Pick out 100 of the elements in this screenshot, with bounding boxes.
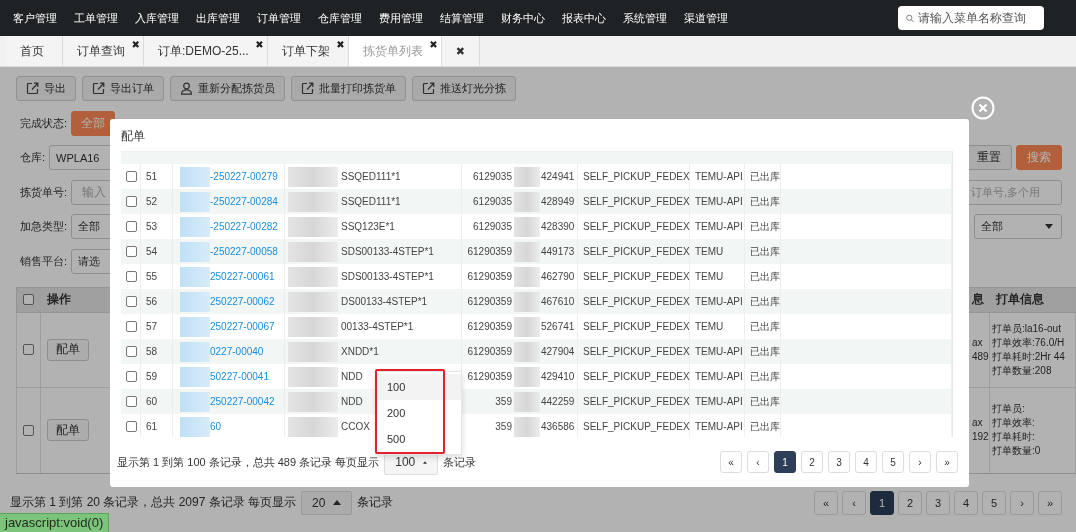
field-label: 完成状态:: [19, 115, 68, 131]
table-cell: TEMU-API: [690, 339, 745, 364]
table-cell: 已出库: [745, 389, 781, 414]
table-cell: SSQED111*1: [341, 196, 401, 207]
table-cell: SELF_PICKUP_FEDEX: [578, 289, 690, 314]
menu-item[interactable]: 仓库管理: [318, 10, 362, 26]
checkbox[interactable]: [126, 396, 137, 407]
table-cell: 52: [141, 189, 173, 214]
page-button[interactable]: 1: [870, 490, 894, 515]
menu-item[interactable]: 费用管理: [379, 10, 423, 26]
table-cell: SELF_PICKUP_FEDEX: [578, 389, 690, 414]
page-button[interactable]: «: [814, 490, 838, 515]
menu-item[interactable]: 结算管理: [440, 10, 484, 26]
checkbox[interactable]: [126, 421, 137, 432]
export-icon: [301, 82, 314, 95]
checkbox[interactable]: [126, 296, 137, 307]
table-cell: 已出库: [745, 414, 781, 437]
page-button[interactable]: 4: [954, 490, 978, 515]
page-button[interactable]: »: [936, 451, 958, 473]
select-field[interactable]: 全部: [974, 214, 1062, 240]
assign-button[interactable]: 配单: [47, 338, 89, 361]
tab-close-button[interactable]: ✖: [429, 39, 438, 50]
export-icon: [422, 82, 435, 95]
toolbar-button[interactable]: 导出: [16, 76, 76, 101]
table-cell: 已出库: [745, 239, 781, 264]
tab-close-button[interactable]: ✖: [336, 39, 345, 50]
order-link[interactable]: 60: [210, 421, 222, 432]
toolbar-button[interactable]: 推送灯光分拣: [412, 76, 516, 101]
assign-button[interactable]: 配单: [47, 419, 89, 441]
redacted-area: [288, 266, 338, 287]
table-cell: ax: [972, 335, 983, 350]
page-button[interactable]: 2: [801, 451, 823, 473]
menu-option[interactable]: 100: [377, 374, 461, 400]
table-cell: 61290359: [467, 371, 512, 382]
page-button[interactable]: ›: [909, 451, 931, 473]
menu-item[interactable]: 系统管理: [623, 10, 667, 26]
tab-close-button[interactable]: ✖: [255, 39, 264, 50]
page-button[interactable]: 3: [828, 451, 850, 473]
redacted-area: [514, 266, 540, 287]
page-button[interactable]: «: [720, 451, 742, 473]
order-link[interactable]: 250227-00067: [210, 321, 275, 332]
menu-item[interactable]: 报表中心: [562, 10, 606, 26]
page-size-select[interactable]: 20: [301, 490, 353, 515]
toolbar-button[interactable]: 导出订单: [82, 76, 164, 101]
checkbox[interactable]: [126, 171, 137, 182]
table-cell: DS00133-4STEP*1: [341, 296, 428, 307]
page-button[interactable]: ‹: [842, 490, 866, 515]
menu-item[interactable]: 财务中心: [501, 10, 545, 26]
redacted-area: [514, 416, 540, 437]
reset-button[interactable]: 重置: [966, 145, 1012, 171]
search-field[interactable]: 请输入菜单名称查询: [898, 6, 1044, 30]
order-link[interactable]: 250227-00061: [210, 271, 275, 282]
menu-item[interactable]: 入库管理: [135, 10, 179, 26]
page-button[interactable]: »: [1038, 490, 1062, 515]
checkbox[interactable]: [126, 271, 137, 282]
table-cell: 449173: [541, 246, 575, 257]
page-button[interactable]: ‹: [747, 451, 769, 473]
checkbox[interactable]: [126, 321, 137, 332]
checkbox[interactable]: [23, 344, 34, 355]
checkbox[interactable]: [23, 294, 34, 305]
redacted-area: [180, 291, 210, 312]
toolbar-button[interactable]: 重新分配拣货员: [170, 76, 285, 101]
menu-item[interactable]: 出库管理: [196, 10, 240, 26]
page-button[interactable]: ›: [1010, 490, 1034, 515]
page-button[interactable]: 3: [926, 490, 950, 515]
menu-item[interactable]: 订单管理: [257, 10, 301, 26]
table-cell: SELF_PICKUP_FEDEX: [578, 189, 690, 214]
menu-item[interactable]: 渠道管理: [684, 10, 728, 26]
table-cell: 424941: [541, 171, 575, 182]
checkbox[interactable]: [126, 371, 137, 382]
order-link[interactable]: -250227-00282: [210, 221, 278, 232]
order-link[interactable]: 50227-00041: [210, 371, 269, 382]
table-cell: 526741: [541, 321, 575, 332]
menu-item[interactable]: 工单管理: [74, 10, 118, 26]
table-cell-text: 6129035: [472, 171, 512, 182]
checkbox[interactable]: [126, 346, 137, 357]
table-cell: 428949: [541, 196, 575, 207]
table-cell: 61290359: [467, 296, 512, 307]
redacted-area: [180, 341, 210, 362]
page-button[interactable]: 5: [982, 490, 1006, 515]
toolbar-button[interactable]: 批量打印拣货单: [291, 76, 406, 101]
status-link-preview: javascript:void(0): [0, 513, 110, 532]
column-header: 打单信息: [990, 287, 1076, 312]
page-button[interactable]: 4: [855, 451, 877, 473]
table-cell: 61290359: [467, 246, 512, 257]
field-label: 拣货单号:: [19, 184, 68, 200]
checkbox[interactable]: [126, 246, 137, 257]
checkbox[interactable]: [23, 424, 34, 436]
page-button[interactable]: 1: [774, 451, 796, 473]
checkbox[interactable]: [126, 196, 137, 207]
tab[interactable]: 拣货单列表 ✖: [348, 36, 442, 66]
menu-item[interactable]: 客户管理: [13, 10, 57, 26]
page-button[interactable]: 5: [882, 451, 904, 473]
tab-close-button[interactable]: ✖: [131, 39, 140, 50]
person-icon: [180, 82, 193, 95]
page-button[interactable]: 2: [898, 490, 922, 515]
checkbox[interactable]: [126, 221, 137, 232]
table-cell: 54: [141, 239, 173, 264]
table-cell: TEMU-API: [690, 189, 745, 214]
order-link[interactable]: -250227-00279: [210, 171, 278, 182]
